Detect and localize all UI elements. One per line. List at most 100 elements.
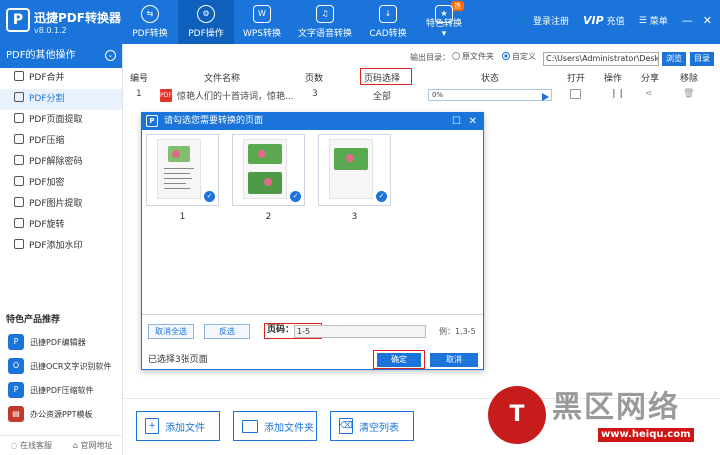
sidebar-item-remove-password[interactable]: PDF解除密码	[0, 152, 122, 173]
dialog-title-bar: P 请勾选您需要转换的页面 ☐ ✕	[142, 113, 483, 130]
col-status: 状态	[481, 74, 500, 84]
online-service-link[interactable]: ◌ 在线客服	[10, 440, 52, 451]
row-page-select[interactable]: 全部	[373, 89, 391, 102]
menu-button[interactable]: ☰ 菜单	[638, 14, 668, 28]
divider	[142, 314, 483, 315]
col-operate: 操作	[604, 74, 623, 84]
checkmark-icon[interactable]: ✓	[376, 191, 387, 202]
page-thumbnail-1[interactable]: ✓	[146, 134, 219, 206]
sidebar-header[interactable]: PDF的其他操作 ⌄	[0, 44, 122, 68]
home-icon: ⌂	[72, 441, 78, 450]
menu-icon: ☰	[638, 15, 647, 26]
star-icon: ★	[435, 5, 453, 23]
add-file-button[interactable]: + 添加文件	[136, 411, 220, 441]
caret-down-icon: ▾	[441, 29, 447, 39]
audio-icon: ♫	[316, 5, 334, 23]
watermark-logo-icon: T	[488, 386, 546, 444]
file-add-icon: +	[145, 418, 159, 434]
page-select-dialog: P 请勾选您需要转换的页面 ☐ ✕ ✓ 1 ✓ 2 ✓ 3 取消全选 反选 页码…	[141, 112, 484, 370]
watermark-url: www.heiqu.com	[598, 428, 694, 442]
app-version: v8.0.1.2	[34, 26, 67, 35]
featured-pdf-editor[interactable]: P 迅捷PDF编辑器	[8, 334, 86, 350]
folder-icon[interactable]	[570, 89, 581, 99]
login-button[interactable]: 👤 登录注册	[518, 14, 569, 28]
pause-icon[interactable]: ❙❙	[610, 89, 625, 99]
site-watermark: T 黑区网络 www.heiqu.com	[488, 380, 708, 450]
sidebar-item-rotate[interactable]: PDF旋转	[0, 215, 122, 236]
tab-cad-convert[interactable]: ↓ CAD转换	[360, 0, 416, 44]
website-link[interactable]: ⌂ 官网地址	[73, 440, 113, 451]
user-icon: 👤	[518, 15, 530, 26]
top-right-actions: 👤 登录注册 VIP 充值 ☰ 菜单 — ✕	[519, 14, 712, 27]
page-range-input[interactable]: 1-5	[294, 325, 426, 338]
browse-button[interactable]: 浏览	[662, 52, 686, 66]
vip-label: VIP	[583, 14, 604, 27]
featured-ocr[interactable]: O 迅捷OCR文字识别软件	[8, 358, 111, 374]
sidebar-item-split[interactable]: PDF分割	[0, 89, 122, 110]
radio-original-folder[interactable]: 原文件夹	[452, 51, 494, 62]
sidebar-item-compress[interactable]: PDF压缩	[0, 131, 122, 152]
tab-pdf-operate[interactable]: ⚙ PDF操作	[178, 0, 234, 44]
text-line	[164, 183, 186, 184]
table-row[interactable]: 1 PDF 惊艳人们的十首诗词，惊艳... 3 全部 0% ❙❙ ⋖ 🗑	[124, 86, 720, 106]
watermark-text: 黑区网络	[552, 390, 680, 425]
sidebar-item-extract-images[interactable]: PDF图片提取	[0, 194, 122, 215]
share-icon[interactable]: ⋖	[645, 89, 653, 99]
window-controls: — ✕	[682, 14, 712, 27]
checkmark-icon[interactable]: ✓	[290, 191, 301, 202]
output-label: 输出目录：	[410, 53, 450, 62]
page-number: 2	[265, 212, 272, 222]
vip-recharge-button[interactable]: VIP 充值	[583, 14, 625, 27]
deselect-all-button[interactable]: 取消全选	[148, 324, 194, 339]
split-icon	[14, 92, 24, 102]
open-directory-button[interactable]: 目录	[690, 52, 714, 66]
progress-text: 0%	[432, 91, 444, 99]
maximize-icon[interactable]: ☐	[452, 113, 461, 130]
refresh-icon: ⇆	[141, 5, 159, 23]
ok-button[interactable]: 确定	[377, 353, 421, 367]
checkmark-icon[interactable]: ✓	[204, 191, 215, 202]
cancel-button[interactable]: 取消	[430, 353, 478, 367]
watermark-icon	[14, 239, 24, 249]
title-bar: P 迅捷PDF转换器 v8.0.1.2 ⇆ PDF转换 ⚙ PDF操作 W WP…	[0, 0, 720, 44]
rotate-icon	[14, 218, 24, 228]
output-directory-bar: 输出目录： 原文件夹 自定义 C:\Users\Administrator\De…	[124, 48, 720, 66]
sidebar-item-encrypt[interactable]: PDF加密	[0, 173, 122, 194]
main-nav: ⇆ PDF转换 ⚙ PDF操作 W WPS转换 ♫ 文字语音转换 ↓ CAD转换…	[122, 0, 472, 44]
sidebar-item-extract-pages[interactable]: PDF页面提取	[0, 110, 122, 131]
trash-icon[interactable]: 🗑	[683, 89, 694, 99]
row-pages: 3	[312, 89, 318, 99]
radio-custom-folder[interactable]: 自定义	[502, 51, 536, 62]
chat-icon: ◌	[10, 441, 18, 450]
sidebar-item-merge[interactable]: PDF合并	[0, 68, 122, 89]
col-page-select: 页码选择	[364, 74, 401, 84]
page-preview	[243, 139, 287, 199]
minimize-icon[interactable]: —	[682, 14, 693, 27]
play-icon[interactable]	[542, 93, 549, 101]
extract-icon	[14, 113, 24, 123]
close-icon[interactable]: ✕	[703, 14, 712, 27]
dialog-close-icon[interactable]: ✕	[469, 113, 477, 130]
wps-icon: W	[253, 5, 271, 23]
text-line	[164, 168, 194, 169]
sidebar: PDF的其他操作 ⌄ PDF合并 PDF分割 PDF页面提取 PDF压缩 PDF…	[0, 44, 123, 455]
page-thumbnail-2[interactable]: ✓	[232, 134, 305, 206]
pdf-editor-icon: P	[8, 334, 24, 350]
clear-list-button[interactable]: ⌫ 清空列表	[330, 411, 414, 441]
output-path-field[interactable]: C:\Users\Administrator\Desktop	[543, 52, 659, 66]
chevron-down-icon: ⌄	[105, 50, 116, 61]
add-folder-button[interactable]: 添加文件夹	[233, 411, 317, 441]
tab-special-convert[interactable]: 热 ★ 特色转换 ▾	[416, 0, 472, 44]
invert-selection-button[interactable]: 反选	[204, 324, 250, 339]
sidebar-item-watermark[interactable]: PDF添加水印	[0, 236, 122, 257]
preview-flower	[264, 178, 272, 186]
tab-pdf-convert[interactable]: ⇆ PDF转换	[122, 0, 178, 44]
page-thumbnail-3[interactable]: ✓	[318, 134, 391, 206]
app-name: 迅捷PDF转换器	[34, 11, 121, 25]
featured-ppt-templates[interactable]: ▤ 办公资源PPT模板	[8, 406, 93, 422]
tab-wps-convert[interactable]: W WPS转换	[234, 0, 290, 44]
tab-text-speech[interactable]: ♫ 文字语音转换	[290, 0, 360, 44]
preview-flower	[172, 150, 180, 158]
featured-pdf-compressor[interactable]: P 迅捷PDF压缩软件	[8, 382, 94, 398]
unlock-icon	[14, 155, 24, 165]
